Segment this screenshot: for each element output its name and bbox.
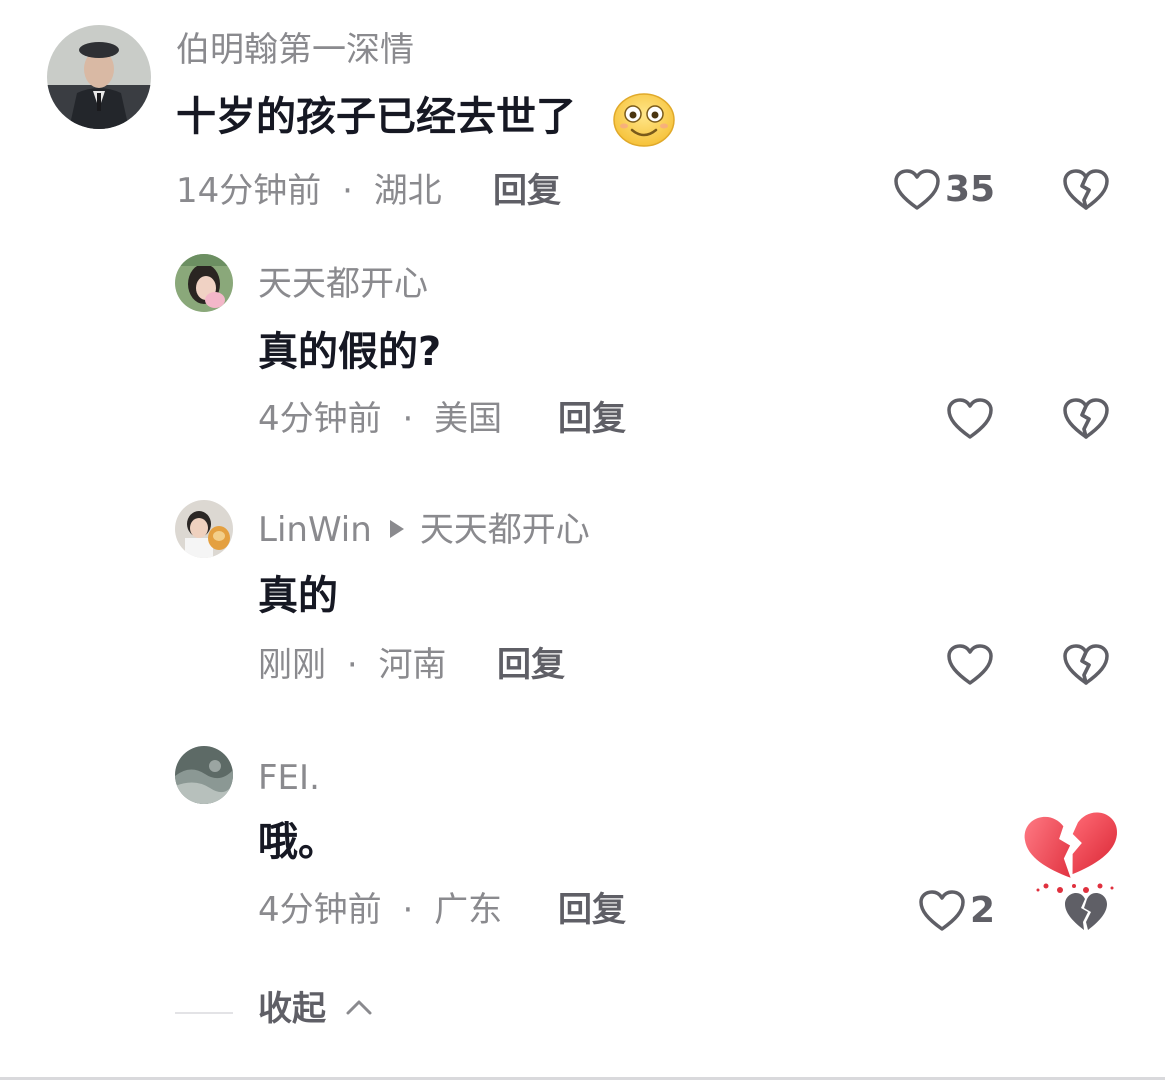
comment-location: 美国	[434, 399, 503, 439]
reply-button[interactable]: 回复	[497, 648, 565, 682]
avatar[interactable]	[175, 746, 233, 804]
comment-username[interactable]: 天天都开心	[258, 267, 428, 301]
comment-text: 真的假的?	[258, 329, 442, 375]
reply-author[interactable]: LinWin	[258, 510, 372, 550]
comment-meta: 刚刚 · 河南	[258, 648, 446, 682]
comment-text: 十岁的孩子已经去世了	[176, 97, 576, 137]
collapse-button[interactable]: 收起	[258, 992, 374, 1026]
chevron-up-icon	[346, 1000, 372, 1014]
comment-time: 14分钟前	[176, 171, 322, 211]
comment-username[interactable]: 伯明翰第一深情	[176, 33, 414, 67]
reply-button[interactable]: 回复	[558, 893, 626, 927]
comment-time: 刚刚	[258, 645, 326, 685]
comment-meta: 4分钟前 · 广东	[258, 893, 502, 927]
comment-username[interactable]: FEI.	[258, 761, 320, 795]
heart-outline-icon	[947, 398, 993, 439]
meta-separator: ·	[342, 171, 353, 211]
collapse-label: 收起	[258, 989, 326, 1029]
like-count: 35	[945, 169, 996, 210]
comment-time: 4分钟前	[258, 399, 382, 439]
heart-outline-icon	[894, 169, 940, 210]
broken-heart-outline-icon[interactable]	[1062, 397, 1110, 441]
like-button[interactable]	[946, 394, 998, 444]
reply-button[interactable]: 回复	[493, 174, 561, 208]
heart-outline-icon	[919, 890, 965, 931]
avatar[interactable]	[175, 254, 233, 312]
collapse-divider	[175, 1012, 233, 1014]
broken-heart-filled-icon[interactable]	[1062, 890, 1110, 932]
avatar[interactable]	[47, 25, 151, 129]
comment-location: 湖北	[373, 171, 442, 211]
comment-text: 真的	[258, 573, 338, 619]
broken-heart-outline-icon[interactable]	[1062, 643, 1110, 687]
like-button[interactable]	[946, 640, 998, 690]
heart-outline-icon	[947, 644, 993, 685]
smile-emoji-icon	[613, 93, 675, 147]
comment-meta: 14分钟前 · 湖北	[176, 174, 442, 208]
reply-target[interactable]: 天天都开心	[420, 510, 590, 550]
comment-username: LinWin 天天都开心	[258, 513, 590, 547]
comment-text-body: 十岁的孩子已经去世了	[176, 94, 576, 140]
avatar[interactable]	[175, 500, 233, 558]
reply-button[interactable]: 回复	[558, 402, 626, 436]
comment-location: 广东	[434, 890, 503, 930]
comment-location: 河南	[378, 645, 447, 685]
like-count: 2	[970, 890, 996, 931]
meta-separator: ·	[402, 890, 414, 930]
reply-arrow-icon	[389, 519, 404, 538]
meta-separator: ·	[402, 399, 414, 439]
broken-heart-outline-icon[interactable]	[1062, 168, 1110, 212]
comment-thread: 伯明翰第一深情 十岁的孩子已经去世了 14分钟前 · 湖北 回复 35 天天都开…	[0, 0, 1165, 1080]
comment-time: 4分钟前	[258, 890, 382, 930]
meta-separator: ·	[346, 645, 358, 685]
comment-meta: 4分钟前 · 美国	[258, 402, 502, 436]
red-broken-heart-icon	[1024, 812, 1117, 893]
like-button[interactable]: 2	[918, 886, 995, 936]
comment-text: 哦。	[258, 819, 338, 865]
like-button[interactable]: 35	[893, 165, 995, 215]
